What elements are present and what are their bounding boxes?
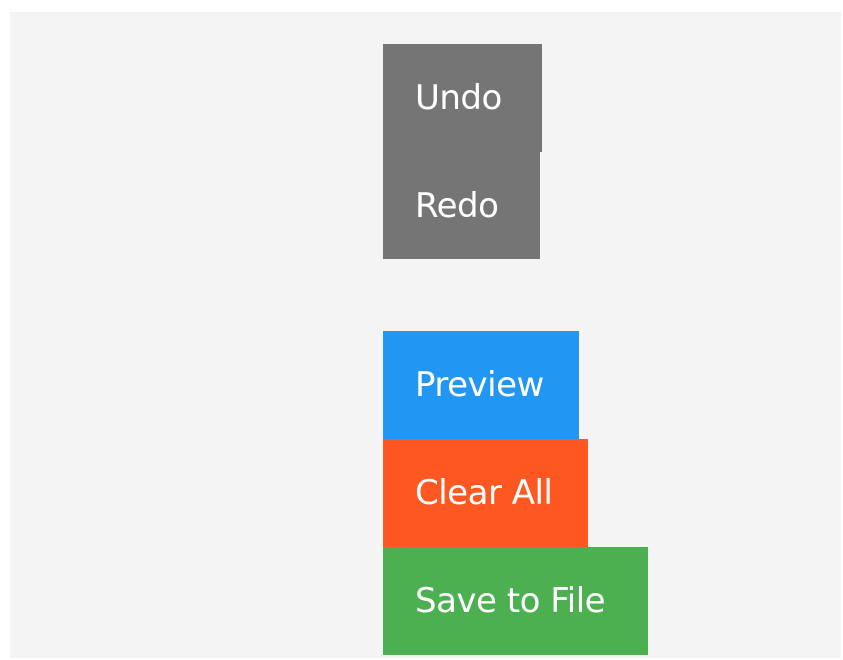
undo-button[interactable]: Undo	[383, 44, 542, 152]
clear-all-button[interactable]: Clear All	[383, 439, 588, 547]
redo-button[interactable]: Redo	[383, 152, 540, 259]
save-to-file-button[interactable]: Save to File	[383, 547, 648, 655]
preview-button[interactable]: Preview	[383, 331, 579, 439]
